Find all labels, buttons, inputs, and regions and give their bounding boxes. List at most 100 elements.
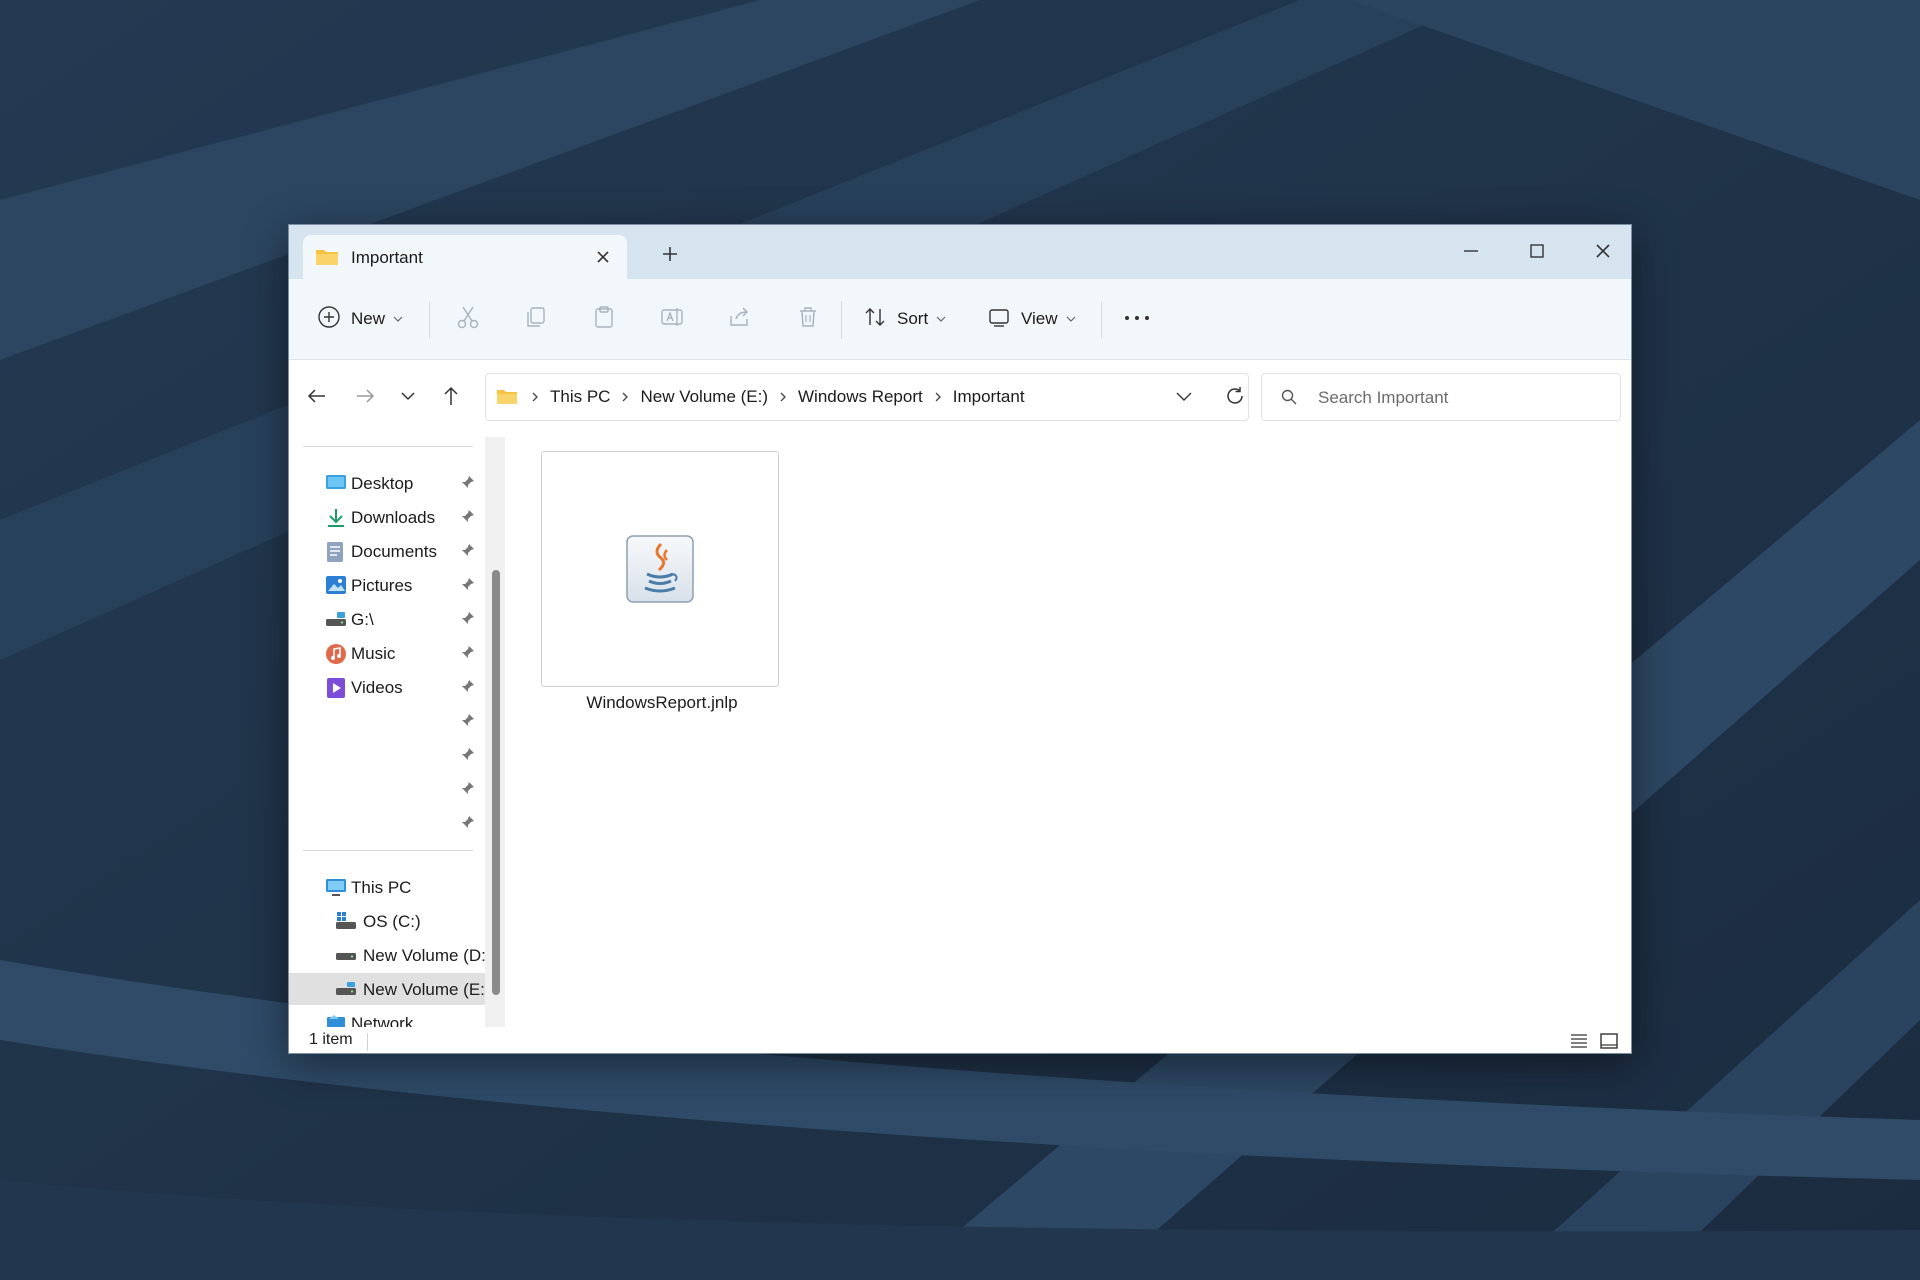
delete-button[interactable] bbox=[795, 279, 821, 359]
sidebar-item-label: New Volume (E:) bbox=[363, 980, 491, 1000]
search-box[interactable]: Search Important bbox=[1261, 373, 1621, 421]
more-options-button[interactable] bbox=[1123, 279, 1151, 359]
view-button[interactable]: View bbox=[987, 279, 1076, 359]
breadcrumb-this-pc[interactable]: This PC bbox=[550, 387, 610, 407]
sort-icon bbox=[863, 305, 887, 334]
rename-icon bbox=[659, 304, 685, 335]
chevron-down-icon bbox=[399, 387, 417, 410]
drive-icon bbox=[325, 609, 347, 634]
share-button[interactable] bbox=[727, 279, 753, 359]
share-icon bbox=[727, 304, 753, 335]
up-button[interactable] bbox=[439, 360, 463, 436]
sidebar-item-g-drive[interactable]: G:\ bbox=[289, 603, 485, 635]
pin-icon[interactable] bbox=[461, 611, 475, 630]
sidebar-item-downloads[interactable]: Downloads bbox=[289, 501, 485, 533]
file-name[interactable]: WindowsReport.jnlp bbox=[527, 693, 797, 713]
pin-icon[interactable] bbox=[461, 645, 475, 664]
file-item-windowsreport-jnlp[interactable] bbox=[541, 451, 779, 687]
sidebar-item-this-pc[interactable]: This PC bbox=[289, 871, 485, 903]
sidebar-item-videos[interactable]: Videos bbox=[289, 671, 485, 703]
computer-icon bbox=[325, 877, 347, 902]
details-view-icon[interactable] bbox=[1569, 1032, 1589, 1054]
recent-locations-button[interactable] bbox=[399, 360, 417, 436]
breadcrumb-windows-report[interactable]: Windows Report bbox=[798, 387, 923, 407]
drive-icon bbox=[335, 945, 357, 970]
sidebar-item-label: New Volume (D: bbox=[363, 946, 486, 966]
chevron-right-icon bbox=[933, 391, 943, 403]
sidebar-item-os-c[interactable]: OS (C:) bbox=[289, 905, 485, 937]
videos-icon bbox=[325, 677, 347, 704]
sidebar-item-label: OS (C:) bbox=[363, 912, 421, 932]
desktop-icon bbox=[325, 473, 347, 498]
arrow-right-icon bbox=[353, 384, 377, 413]
close-window-icon[interactable] bbox=[1591, 239, 1615, 268]
view-icon bbox=[987, 305, 1011, 334]
sidebar-item-label: Pictures bbox=[351, 576, 412, 596]
documents-icon bbox=[325, 541, 345, 568]
sidebar-item-music[interactable]: Music bbox=[289, 637, 485, 669]
new-tab-icon[interactable] bbox=[661, 245, 679, 268]
maximize-icon[interactable] bbox=[1525, 239, 1549, 268]
address-dropdown-icon[interactable] bbox=[1174, 386, 1194, 411]
sidebar-item-new-volume-d[interactable]: New Volume (D: bbox=[289, 939, 485, 971]
toolbar-divider bbox=[1101, 301, 1102, 339]
nav-scrollbar-thumb[interactable] bbox=[492, 570, 500, 995]
pin-icon[interactable] bbox=[461, 747, 475, 766]
pin-icon[interactable] bbox=[461, 713, 475, 732]
search-icon bbox=[1280, 388, 1298, 411]
large-icons-view-icon[interactable] bbox=[1599, 1032, 1619, 1054]
search-placeholder: Search Important bbox=[1318, 388, 1448, 408]
folder-icon bbox=[315, 247, 339, 272]
chevron-down-icon bbox=[936, 310, 946, 328]
sidebar-item-pictures[interactable]: Pictures bbox=[289, 569, 485, 601]
pin-icon[interactable] bbox=[461, 577, 475, 596]
file-list-area: WindowsReport.jnlp bbox=[507, 437, 1631, 1027]
chevron-down-icon bbox=[393, 310, 403, 328]
minimize-icon[interactable] bbox=[1459, 239, 1483, 268]
pin-icon[interactable] bbox=[461, 679, 475, 698]
drive-icon bbox=[335, 979, 357, 1004]
pin-icon[interactable] bbox=[461, 509, 475, 528]
chevron-down-icon bbox=[1066, 310, 1076, 328]
new-button[interactable]: New bbox=[317, 279, 403, 359]
close-tab-icon[interactable] bbox=[593, 247, 613, 272]
sidebar-item-label: Downloads bbox=[351, 508, 435, 528]
sidebar-item-label: Desktop bbox=[351, 474, 413, 494]
nav-divider bbox=[303, 850, 473, 851]
pictures-icon bbox=[325, 575, 347, 600]
os-drive-icon bbox=[335, 911, 357, 936]
tab-title: Important bbox=[351, 248, 423, 268]
tab-important[interactable]: Important bbox=[303, 235, 627, 279]
pin-icon[interactable] bbox=[461, 815, 475, 834]
status-divider bbox=[367, 1033, 368, 1051]
chevron-right-icon bbox=[778, 391, 788, 403]
arrow-up-icon bbox=[439, 384, 463, 413]
cut-icon bbox=[455, 304, 481, 335]
sidebar-item-label: Music bbox=[351, 644, 395, 664]
sidebar-item-label: This PC bbox=[351, 878, 411, 898]
java-file-icon bbox=[625, 534, 695, 609]
cut-button[interactable] bbox=[455, 279, 481, 359]
sidebar-item-new-volume-e[interactable]: New Volume (E:) bbox=[289, 973, 485, 1005]
sidebar-item-desktop[interactable]: Desktop bbox=[289, 467, 485, 499]
breadcrumb: This PC New Volume (E:) Windows Report I… bbox=[496, 374, 1025, 420]
breadcrumb-new-volume-e[interactable]: New Volume (E:) bbox=[640, 387, 768, 407]
breadcrumb-important[interactable]: Important bbox=[953, 387, 1025, 407]
pin-icon[interactable] bbox=[461, 475, 475, 494]
forward-button[interactable] bbox=[353, 360, 377, 436]
paste-button[interactable] bbox=[591, 279, 617, 359]
pin-icon[interactable] bbox=[461, 543, 475, 562]
refresh-icon[interactable] bbox=[1224, 385, 1246, 412]
copy-icon bbox=[523, 304, 549, 335]
back-button[interactable] bbox=[305, 360, 329, 436]
copy-button[interactable] bbox=[523, 279, 549, 359]
pin-icon[interactable] bbox=[461, 781, 475, 800]
sidebar-item-documents[interactable]: Documents bbox=[289, 535, 485, 567]
address-bar[interactable]: This PC New Volume (E:) Windows Report I… bbox=[485, 373, 1249, 421]
paste-icon bbox=[591, 304, 617, 335]
sort-button[interactable]: Sort bbox=[863, 279, 946, 359]
rename-button[interactable] bbox=[659, 279, 685, 359]
new-label: New bbox=[351, 309, 385, 329]
toolbar-divider bbox=[429, 301, 430, 339]
trash-icon bbox=[795, 304, 821, 335]
